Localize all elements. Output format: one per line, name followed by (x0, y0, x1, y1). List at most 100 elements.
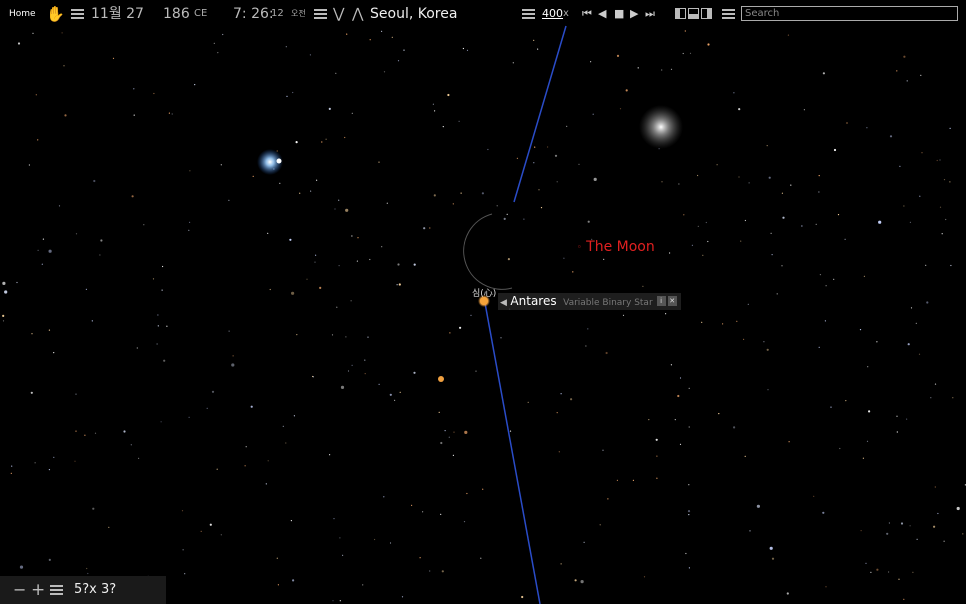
background-star (458, 120, 460, 122)
location-display[interactable]: Seoul, Korea (370, 0, 457, 28)
background-star (781, 192, 784, 194)
background-star (351, 235, 353, 237)
background-star (538, 189, 540, 191)
background-star (934, 383, 937, 385)
background-star (733, 92, 735, 94)
skip-back-icon[interactable]: ⏮ (582, 0, 592, 28)
background-star (896, 70, 898, 72)
background-star (143, 224, 145, 226)
moon-label[interactable]: ◦ The Moon (577, 239, 655, 255)
year-display[interactable]: 186 (163, 0, 190, 28)
background-star (509, 430, 512, 432)
background-star (356, 260, 358, 262)
background-star (585, 345, 587, 347)
background-star (936, 159, 938, 162)
background-star (685, 552, 687, 555)
time-menu-icon[interactable] (314, 9, 327, 19)
background-star (825, 285, 827, 287)
fov-menu-icon[interactable] (50, 585, 63, 595)
background-star (209, 523, 212, 526)
main-menu-icon[interactable] (722, 9, 735, 19)
background-star (321, 141, 323, 143)
background-star (679, 377, 682, 379)
background-star (200, 530, 202, 533)
moon-outline[interactable] (463, 213, 513, 290)
background-star (19, 565, 24, 569)
date-menu-icon[interactable] (71, 9, 84, 19)
info-icon[interactable]: i (656, 296, 666, 306)
sky-view[interactable] (0, 0, 966, 604)
home-button[interactable]: Home (9, 0, 36, 28)
background-star (547, 146, 549, 148)
speed-menu-icon[interactable] (522, 9, 535, 19)
era-display[interactable]: CE (194, 0, 207, 28)
date-display[interactable]: 11월 27 (91, 0, 144, 28)
hand-icon[interactable]: ✋ (46, 6, 65, 22)
background-star (632, 479, 635, 481)
background-star (915, 322, 917, 324)
background-star (413, 371, 416, 374)
background-star (335, 72, 337, 74)
step-back-icon[interactable]: ◀ (598, 0, 606, 28)
background-star (378, 383, 380, 385)
background-star (429, 570, 431, 572)
chevron-up-icon[interactable]: ⋀ (352, 0, 363, 28)
zoom-out-icon[interactable]: − (13, 576, 26, 604)
background-star (31, 333, 33, 335)
background-star (37, 139, 39, 141)
background-star (678, 183, 680, 185)
blue-star-b (276, 158, 282, 164)
background-star (136, 347, 138, 349)
background-star (94, 432, 97, 434)
layout-bottom-icon[interactable] (688, 8, 699, 19)
background-star (643, 576, 646, 578)
background-star (232, 355, 234, 357)
background-star (956, 506, 960, 511)
object-label-antares[interactable]: ◀ Antares Variable Binary Star i ✕ (498, 293, 681, 310)
bright-gray-star[interactable] (639, 105, 683, 149)
chevron-down-icon[interactable]: ⋁ (333, 0, 344, 28)
background-star (152, 278, 155, 280)
bottom-toolbar: − + 5?x 3? (0, 576, 166, 604)
background-star (689, 52, 692, 55)
speaker-icon[interactable]: ◀ (500, 298, 507, 308)
background-star (453, 431, 455, 433)
ampm-display[interactable]: 오전 (291, 0, 306, 28)
background-star (830, 406, 832, 408)
background-star (481, 192, 484, 195)
background-star (220, 534, 222, 536)
background-star (616, 479, 619, 481)
play-icon[interactable]: ▶ (630, 0, 638, 28)
background-star (332, 600, 334, 602)
background-star (299, 192, 301, 194)
speed-value[interactable]: 400 (542, 0, 563, 28)
background-star (316, 179, 318, 181)
background-star (75, 233, 78, 235)
zoom-in-icon[interactable]: + (31, 576, 45, 604)
background-star (342, 554, 344, 556)
background-star (688, 567, 691, 569)
background-star (315, 254, 317, 256)
background-star (756, 504, 761, 508)
background-star (496, 205, 498, 207)
seconds-display[interactable]: 12 (271, 0, 284, 28)
background-star (740, 240, 742, 242)
layout-right-icon[interactable] (701, 8, 712, 19)
background-star (925, 264, 927, 266)
background-star (475, 370, 477, 372)
background-star (839, 447, 841, 450)
background-star (878, 220, 882, 224)
background-star (466, 492, 468, 495)
background-star (291, 291, 295, 295)
background-star (381, 246, 383, 248)
stop-icon[interactable]: ■ (614, 0, 624, 28)
background-star (433, 194, 436, 197)
search-input[interactable] (741, 6, 958, 21)
time-display[interactable]: 7: 26: (233, 0, 274, 28)
background-star (156, 343, 158, 345)
layout-left-icon[interactable] (675, 8, 686, 19)
background-star (697, 225, 699, 227)
skip-forward-icon[interactable]: ⏭ (645, 0, 655, 28)
background-star (506, 213, 508, 215)
close-icon[interactable]: ✕ (667, 296, 677, 306)
